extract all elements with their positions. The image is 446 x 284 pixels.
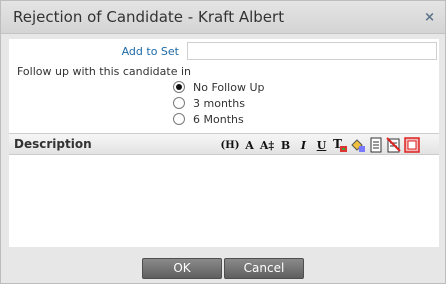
- dialog-titlebar: Rejection of Candidate - Kraft Albert ×: [1, 1, 445, 34]
- bold-icon[interactable]: B: [277, 136, 294, 154]
- cancel-button[interactable]: Cancel: [224, 258, 304, 279]
- follow-up-label: Follow up with this candidate in: [17, 65, 191, 78]
- clear-format-icon[interactable]: [385, 136, 402, 154]
- radio-button[interactable]: [173, 81, 185, 93]
- background-color-icon[interactable]: [349, 136, 366, 154]
- add-to-set-input[interactable]: [187, 42, 437, 60]
- rejection-dialog: Rejection of Candidate - Kraft Albert × …: [0, 0, 446, 284]
- description-editor[interactable]: [9, 156, 439, 247]
- close-icon[interactable]: ×: [424, 10, 435, 25]
- radio-label: 3 months: [193, 97, 245, 110]
- font-size-icon[interactable]: A‡: [257, 136, 277, 154]
- heading-icon[interactable]: (H): [219, 136, 241, 154]
- text-color-icon[interactable]: T: [331, 136, 348, 154]
- underline-icon[interactable]: U: [313, 136, 330, 154]
- form-panel: Add to Set Follow up with this candidate…: [9, 39, 439, 247]
- radio-button[interactable]: [173, 113, 185, 125]
- radio-label: 6 Months: [193, 113, 244, 126]
- dialog-title: Rejection of Candidate - Kraft Albert: [13, 8, 285, 26]
- document-icon[interactable]: [367, 136, 384, 154]
- description-header: Description (H) A A‡ B I U T: [9, 133, 439, 155]
- ok-button[interactable]: OK: [142, 258, 222, 279]
- description-label: Description: [14, 137, 92, 151]
- add-to-set-link[interactable]: Add to Set: [9, 45, 179, 58]
- radio-label: No Follow Up: [193, 81, 265, 94]
- font-icon[interactable]: A: [241, 136, 258, 154]
- italic-icon[interactable]: I: [295, 136, 312, 154]
- fullscreen-icon[interactable]: [403, 136, 420, 154]
- radio-button[interactable]: [173, 97, 185, 109]
